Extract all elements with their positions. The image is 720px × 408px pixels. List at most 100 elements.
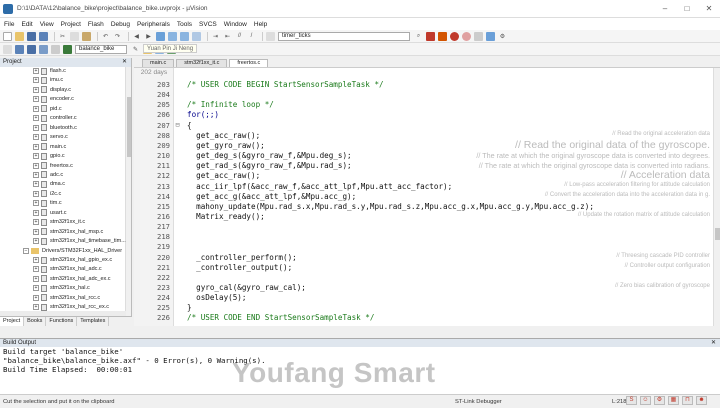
tree-file[interactable]: + display.c (33, 86, 71, 94)
cut-icon[interactable]: ✂ (58, 32, 67, 41)
tree-file[interactable]: + stm32f1xx_hal_msp.c (33, 228, 103, 236)
expand-icon[interactable]: + (33, 68, 39, 74)
tree-file[interactable]: + controller.c (33, 114, 77, 122)
expand-icon[interactable]: + (33, 294, 39, 301)
tree-file[interactable]: + stm32f1xx_hal_rcc_ex.c (33, 303, 109, 311)
new-file-icon[interactable] (3, 31, 12, 41)
menu-svcs[interactable]: SVCS (199, 21, 217, 28)
breakpoint-disable-icon[interactable] (462, 31, 471, 41)
target-options-icon[interactable]: ✎ (131, 45, 140, 54)
code-line[interactable]: /* USER CODE END StartSensorSampleTask *… (187, 313, 374, 322)
settings-icon[interactable]: ⚙ (654, 396, 665, 405)
incremental-find-icon[interactable] (426, 31, 435, 41)
redo-icon[interactable]: ↷ (113, 32, 122, 41)
close-icon[interactable]: ✕ (711, 339, 716, 347)
tree-file[interactable]: + stm32f1xx_hal.c (33, 284, 90, 292)
tree-file[interactable]: + pid.c (33, 105, 62, 113)
expand-icon[interactable]: + (33, 153, 39, 160)
paste-icon[interactable] (82, 31, 91, 41)
close-button[interactable]: ✕ (698, 4, 720, 13)
expand-icon[interactable]: + (33, 285, 39, 292)
debug-start-icon[interactable] (438, 31, 447, 41)
tree-file[interactable]: + tim.c (33, 199, 62, 207)
nav-back-icon[interactable]: ◀ (132, 32, 141, 41)
indent-icon[interactable]: ⇥ (211, 32, 220, 41)
tab-freertos-c[interactable]: freertos.c (229, 59, 269, 67)
expand-icon[interactable]: + (33, 96, 39, 103)
copy-icon[interactable] (70, 31, 79, 41)
tree-file[interactable]: + dma.c (33, 180, 65, 188)
breakpoint-icon[interactable] (450, 31, 459, 41)
code-line[interactable]: acc_iir_lpf(&acc_raw_f,&acc_att_lpf,Mpu.… (187, 182, 452, 191)
bookmark-prev-icon[interactable] (168, 31, 177, 41)
expand-icon[interactable]: + (33, 115, 39, 122)
menu-view[interactable]: View (40, 21, 54, 28)
code-line[interactable]: get_gyro_raw(); (187, 141, 265, 150)
expand-icon[interactable]: − (23, 247, 29, 254)
bookmark-clear-icon[interactable] (192, 31, 201, 41)
code-line[interactable]: /* Infinite loop */ (187, 100, 274, 109)
tree-file[interactable]: + imu.c (33, 76, 63, 84)
code-line[interactable]: /* USER CODE BEGIN StartSensorSampleTask… (187, 80, 384, 89)
maximize-button[interactable]: □ (676, 4, 698, 13)
menu-flash[interactable]: Flash (88, 21, 104, 28)
code-line[interactable]: get_deg_s(&gyro_raw_f,&Mpu.deg_s); (187, 151, 351, 160)
tree-file[interactable]: + adc.c (33, 171, 63, 179)
tree-scrollbar[interactable] (125, 67, 131, 316)
ime-icon[interactable]: S (626, 396, 637, 405)
tree-file[interactable]: + i2c.c (33, 190, 61, 198)
download-icon[interactable] (63, 44, 72, 54)
grid-icon[interactable]: ▦ (668, 396, 679, 405)
menu-tools[interactable]: Tools (177, 21, 192, 28)
bookmark-next-icon[interactable] (180, 31, 189, 41)
code-line[interactable]: for(;;) (187, 110, 219, 119)
window-layout-icon[interactable] (486, 31, 495, 41)
expand-icon[interactable]: + (33, 134, 39, 141)
expand-icon[interactable]: + (33, 228, 39, 235)
tree-file[interactable]: + stm32f1xx_hal_adc_ex.c (33, 275, 111, 283)
tree-file[interactable]: + flash.c (33, 67, 66, 75)
expand-icon[interactable]: + (33, 77, 39, 84)
rebuild-icon[interactable] (27, 44, 36, 54)
code-line[interactable]: osDelay(5); (187, 293, 246, 302)
tree-file[interactable]: + stm32f1xx_hal_gpio_ex.c (33, 256, 112, 264)
menu-peripherals[interactable]: Peripherals (137, 21, 170, 28)
tree-file[interactable]: + servo.c (33, 133, 68, 141)
shirt-icon[interactable]: ⊓ (682, 396, 693, 405)
expand-icon[interactable]: + (33, 266, 39, 273)
tree-file[interactable]: + stm32f1xx_hal_adc.c (33, 265, 102, 273)
code-line[interactable]: get_acc_g(&acc_att_lpf,&Mpu.acc_g); (187, 192, 356, 201)
expand-icon[interactable]: + (33, 257, 39, 263)
code-line[interactable]: get_rad_s(&gyro_raw_f,&Mpu.rad_s); (187, 161, 351, 170)
scrollbar-thumb[interactable] (127, 97, 131, 157)
comment-icon[interactable]: // (235, 32, 244, 41)
tree-file[interactable]: + freertos.c (33, 162, 73, 170)
menu-project[interactable]: Project (61, 21, 81, 28)
code-line[interactable]: { (187, 121, 192, 130)
expand-icon[interactable]: + (33, 219, 39, 226)
tree-file[interactable]: + main.c (33, 143, 66, 151)
save-icon[interactable] (27, 31, 36, 41)
expand-icon[interactable]: + (33, 86, 39, 93)
open-folder-icon[interactable] (15, 31, 24, 41)
editor-scrollbar[interactable] (713, 68, 720, 326)
expand-icon[interactable]: + (33, 124, 39, 131)
tree-file[interactable]: + gpio.c (33, 152, 65, 160)
expand-icon[interactable]: + (33, 190, 39, 197)
close-icon[interactable]: ✕ (122, 58, 127, 67)
tab-main-c[interactable]: main.c (142, 59, 175, 67)
tree-file[interactable]: + usart.c (33, 209, 67, 217)
code-line[interactable]: mahony_update(Mpu.rad_s.x,Mpu.rad_s.y,Mp… (187, 202, 594, 211)
code-line[interactable]: get_acc_raw(); (187, 131, 260, 140)
expand-icon[interactable]: + (33, 171, 39, 178)
find-combo[interactable]: timer_ticks (278, 31, 410, 41)
minimize-button[interactable]: – (654, 4, 676, 13)
expand-icon[interactable]: + (33, 275, 39, 282)
expand-icon[interactable]: + (33, 181, 39, 188)
menu-debug[interactable]: Debug (111, 21, 130, 28)
batch-build-icon[interactable] (39, 44, 48, 54)
bookmark-icon[interactable] (156, 31, 165, 41)
menu-help[interactable]: Help (254, 21, 267, 28)
code-line[interactable]: _controller_perform(); (187, 253, 297, 262)
stop-build-icon[interactable] (51, 44, 60, 54)
